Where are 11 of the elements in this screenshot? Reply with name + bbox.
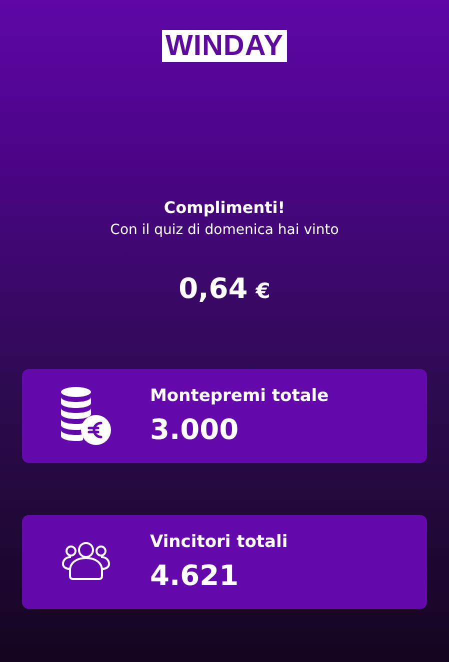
coins-icon: [60, 386, 112, 446]
message-text: Con il quiz di domenica hai vinto: [110, 221, 339, 240]
stat-label: Montepremi totale: [150, 385, 329, 407]
logo: WINDAY: [162, 30, 288, 62]
stat-label: Vincitori totali: [150, 531, 288, 553]
prize-amount: 0,64: [178, 272, 248, 306]
people-icon: [61, 541, 111, 583]
stat-value: 3.000: [150, 413, 240, 447]
message-title: Complimenti!: [164, 198, 286, 218]
stat-value: 4.621: [150, 559, 240, 593]
currency-symbol: €: [256, 279, 270, 303]
